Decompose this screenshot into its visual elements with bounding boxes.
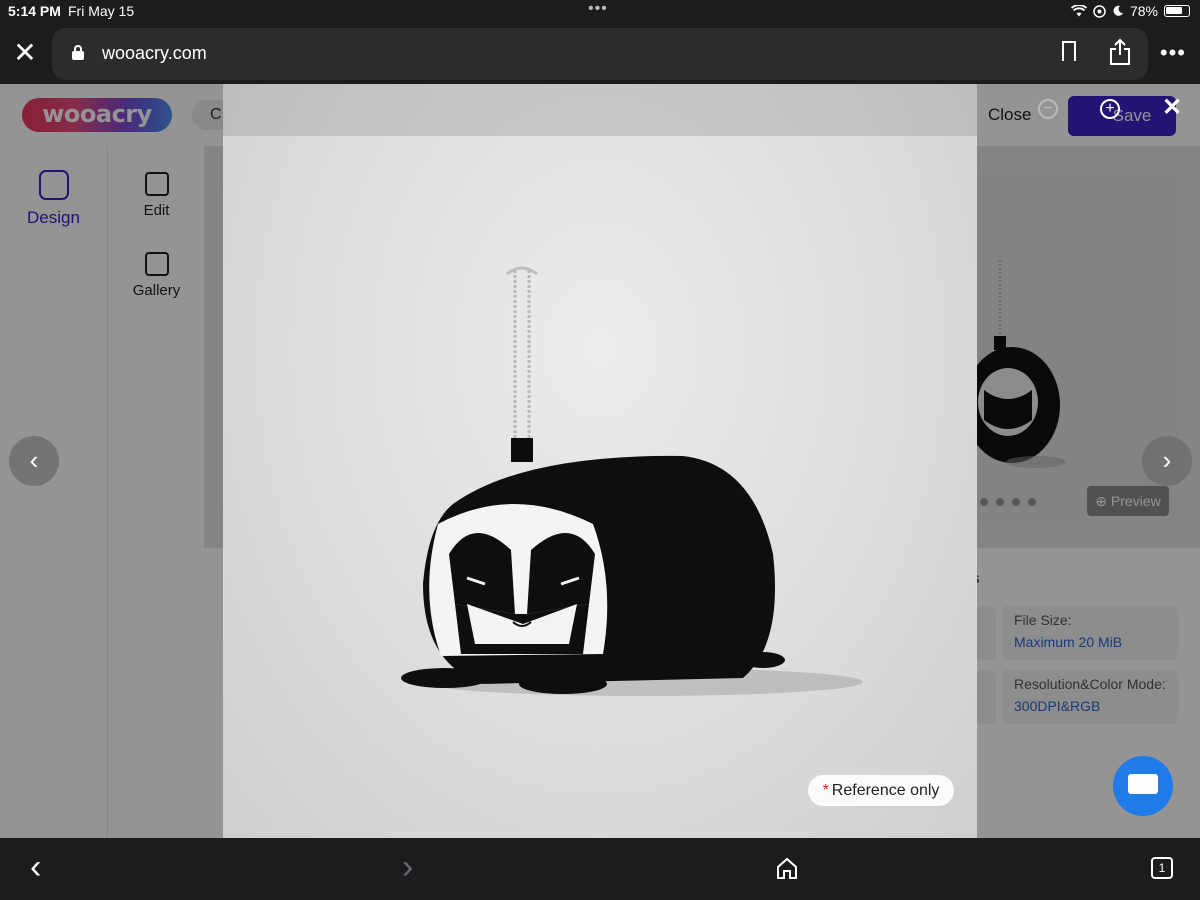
address-field[interactable]: wooacry.com bbox=[52, 28, 1148, 80]
back-icon[interactable]: ‹ bbox=[30, 850, 41, 884]
reference-only-badge: * Reference only bbox=[808, 775, 954, 806]
reference-only-text: Reference only bbox=[831, 782, 940, 799]
more-icon[interactable]: ••• bbox=[1160, 40, 1186, 66]
status-right: 78% bbox=[1070, 3, 1190, 19]
required-star: * bbox=[822, 782, 829, 799]
browser-url-bar: ✕ wooacry.com ••• bbox=[0, 24, 1200, 84]
battery-percent: 78% bbox=[1129, 3, 1158, 19]
chat-icon[interactable] bbox=[1113, 756, 1173, 816]
browser-toolbar: ‹ › 1 bbox=[0, 838, 1200, 900]
lightbox-close-icon[interactable]: ✕ bbox=[1162, 96, 1182, 120]
zoom-in-icon[interactable]: + bbox=[1100, 99, 1120, 119]
status-time: 5:14 PM bbox=[8, 3, 61, 19]
location-icon bbox=[1093, 4, 1106, 18]
status-date: Fri May 15 bbox=[68, 3, 135, 19]
url-text[interactable]: wooacry.com bbox=[102, 43, 207, 64]
lightbox-top-band bbox=[223, 84, 977, 136]
lock-icon bbox=[72, 45, 84, 60]
forward-icon[interactable]: › bbox=[402, 850, 413, 884]
home-icon[interactable] bbox=[775, 856, 799, 880]
tabs-icon[interactable]: 1 bbox=[1151, 857, 1173, 879]
wifi-icon bbox=[1070, 5, 1087, 17]
status-bar: 5:14 PM Fri May 15 ••• 78% bbox=[0, 0, 1200, 24]
moon-icon bbox=[1113, 5, 1123, 16]
bookmark-icon[interactable] bbox=[1062, 41, 1076, 61]
next-image-button[interactable]: › bbox=[1142, 436, 1192, 486]
share-icon[interactable] bbox=[1108, 38, 1132, 66]
battery-icon bbox=[1164, 5, 1190, 17]
multitask-dots[interactable]: ••• bbox=[588, 0, 608, 18]
prev-image-button[interactable]: ‹ bbox=[9, 436, 59, 486]
image-lightbox bbox=[223, 84, 977, 838]
product-photo bbox=[401, 266, 863, 696]
close-icon[interactable]: ✕ bbox=[12, 39, 38, 67]
zoom-out-icon[interactable]: − bbox=[1038, 99, 1058, 119]
